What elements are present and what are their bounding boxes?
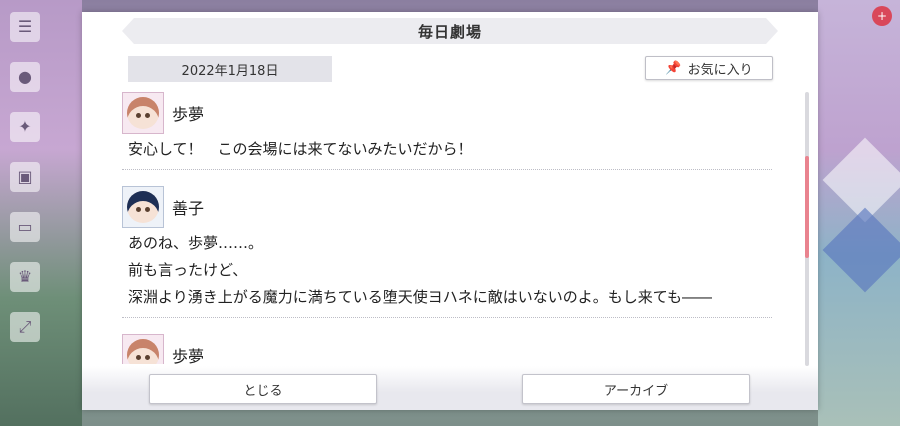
message-line: 前も言ったけど、 <box>128 261 248 279</box>
message-divider <box>122 317 772 318</box>
notification-badge-icon[interactable]: + <box>872 6 892 26</box>
expand-icon[interactable]: ⤢ <box>10 312 40 342</box>
gift-icon[interactable]: ▣ <box>10 162 40 192</box>
message-divider <box>122 169 772 170</box>
avatar <box>122 186 164 228</box>
scrollbar-thumb[interactable] <box>805 156 809 258</box>
message-item: 歩夢 安心して！ この会場には来てないみたいだから！ <box>122 90 772 170</box>
archive-button[interactable]: アーカイブ <box>522 374 750 404</box>
favorite-button-label: お気に入り <box>687 62 753 78</box>
news-icon[interactable]: ✦ <box>10 112 40 142</box>
message-item: 善子 あのね、歩夢……。 前も言ったけど、 深淵より湧き上がる魔力に満ちている堕… <box>122 184 772 318</box>
title-bar: 毎日劇場 <box>122 18 778 44</box>
avatar <box>122 334 164 364</box>
dialog-title: 毎日劇場 <box>417 22 482 41</box>
message-list[interactable]: 歩夢 安心して！ この会場には来てないみたいだから！ 善子 あのね、歩夢……。 … <box>122 90 772 364</box>
message-line: 安心して！ この会場には来てないみたいだから！ <box>128 140 473 158</box>
avatar <box>122 92 164 134</box>
speaker-name: 歩夢 <box>172 347 205 364</box>
yoshiko-face-icon <box>127 191 159 223</box>
speaker-name: 善子 <box>172 199 205 218</box>
scrollbar[interactable] <box>805 92 809 366</box>
menu-icon[interactable]: ☰ <box>10 12 40 42</box>
pin-icon: 📌 <box>665 60 682 76</box>
chat-icon[interactable]: ● <box>10 62 40 92</box>
date-label: 2022年1月18日 <box>128 56 332 82</box>
message-line: 深淵より湧き上がる魔力に満ちている堕天使ヨハネに敵はいないのよ。もし来ても―― <box>128 288 712 306</box>
trophy-icon[interactable]: ♛ <box>10 262 40 292</box>
ayumu-face-icon <box>127 97 159 129</box>
daily-theater-dialog: 毎日劇場 2022年1月18日 📌 お気に入り 歩夢 安心して！ この会場には来… <box>82 12 818 410</box>
ayumu-face-icon <box>127 339 159 364</box>
speaker-name: 歩夢 <box>172 105 205 124</box>
message-line: あのね、歩夢……。 <box>128 234 264 252</box>
monitor-icon[interactable]: ▭ <box>10 212 40 242</box>
close-button[interactable]: とじる <box>149 374 377 404</box>
background-left: ☰ ● ✦ ▣ ▭ ♛ ⤢ <box>0 0 82 426</box>
message-item: 歩夢 <box>122 332 772 364</box>
favorite-button[interactable]: 📌 お気に入り <box>645 56 773 80</box>
